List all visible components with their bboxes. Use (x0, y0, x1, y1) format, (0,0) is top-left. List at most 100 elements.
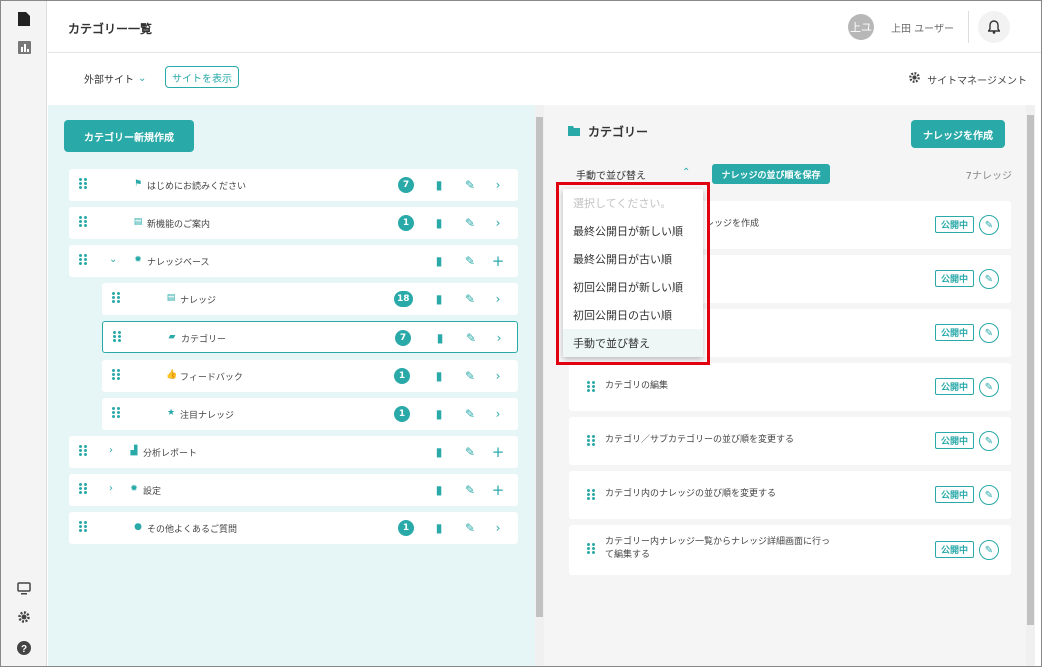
pencil-icon[interactable]: ✎ (463, 330, 479, 346)
drag-handle-icon[interactable] (79, 178, 89, 190)
pencil-icon[interactable]: ✎ (979, 269, 999, 289)
drag-handle-icon[interactable] (113, 331, 123, 343)
avatar[interactable]: 上ユ (848, 14, 874, 40)
pencil-icon[interactable]: ✎ (462, 291, 478, 307)
pencil-icon[interactable]: ✎ (462, 253, 478, 269)
pencil-icon[interactable]: ✎ (462, 444, 478, 460)
plus-icon[interactable]: + (490, 252, 506, 270)
tree-row-label: ナレッジ (180, 296, 217, 306)
chevron-right-icon[interactable]: › (109, 445, 113, 456)
show-site-button[interactable]: サイトを表示 (165, 66, 239, 88)
trash-icon[interactable]: ▮ (431, 482, 447, 498)
drag-handle-icon[interactable] (587, 489, 597, 501)
chevron-right-icon[interactable]: › (490, 406, 506, 422)
pencil-icon[interactable]: ✎ (462, 520, 478, 536)
tree-row[interactable]: ● その他よくあるご質問 1 ▮ ✎ › (69, 512, 518, 544)
site-management-link[interactable]: サイトマネージメント (908, 71, 1027, 87)
tree-row[interactable]: ⚑ はじめにお読みください 7 ▮ ✎ › (69, 169, 518, 201)
plus-icon[interactable]: + (490, 481, 506, 499)
pencil-icon[interactable]: ✎ (979, 431, 999, 451)
tree-row[interactable]: › ▟ 分析レポート ▮ ✎ + (69, 436, 518, 468)
annotation-highlight-box (556, 182, 710, 365)
knowledge-card[interactable]: カテゴリの編集 公開中 ✎ (569, 363, 1011, 411)
drag-handle-icon[interactable] (79, 445, 89, 457)
chevron-right-icon[interactable]: › (490, 177, 506, 193)
tree-row[interactable]: ▤ ナレッジ 18 ▮ ✎ › (102, 283, 518, 315)
knowledge-card[interactable]: カテゴリ／サブカテゴリーの並び順を変更する 公開中 ✎ (569, 417, 1011, 465)
drag-handle-icon[interactable] (587, 543, 597, 555)
chevron-down-icon[interactable]: ⌄ (109, 254, 117, 265)
chevron-right-icon[interactable]: › (490, 368, 506, 384)
drag-handle-icon[interactable] (112, 292, 122, 304)
tree-scrollbar[interactable] (535, 105, 544, 666)
document-icon[interactable] (14, 9, 34, 29)
trash-icon[interactable]: ▮ (431, 177, 447, 193)
sort-select[interactable]: 手動で並び替え (576, 167, 646, 182)
tree-row[interactable]: › ✹ 設定 ▮ ✎ + (69, 474, 518, 506)
knowledge-scrollbar[interactable] (1026, 105, 1035, 666)
drag-handle-icon[interactable] (112, 407, 122, 419)
tree-row[interactable]: ▤ 新機能のご案内 1 ▮ ✎ › (69, 207, 518, 239)
chevron-right-icon[interactable]: › (490, 215, 506, 231)
tree-row-selected[interactable]: ▰ カテゴリー 7 ▮ ✎ › (102, 321, 518, 353)
pencil-icon[interactable]: ✎ (462, 482, 478, 498)
gear-icon[interactable] (14, 607, 34, 627)
plus-icon[interactable]: + (490, 443, 506, 461)
trash-icon[interactable]: ▮ (431, 406, 447, 422)
pencil-icon[interactable]: ✎ (979, 485, 999, 505)
help-icon[interactable]: ? (14, 638, 34, 658)
bar-chart-icon[interactable] (14, 37, 34, 57)
scrollbar-thumb[interactable] (1027, 115, 1034, 625)
drag-handle-icon[interactable] (587, 435, 597, 447)
tree-row-label: フィードバック (180, 373, 243, 383)
chevron-right-icon[interactable]: › (490, 291, 506, 307)
tree-row-label: 分析レポート (143, 449, 198, 459)
knowledge-card[interactable]: カテゴリ内のナレッジの並び順を変更する 公開中 ✎ (569, 471, 1011, 519)
tree-row[interactable]: ★ 注目ナレッジ 1 ▮ ✎ › (102, 398, 518, 430)
tree-row[interactable]: ⌄ ✹ ナレッジベース ▮ ✎ + (69, 245, 518, 277)
drag-handle-icon[interactable] (79, 216, 89, 228)
trash-icon[interactable]: ▮ (431, 291, 447, 307)
folder-icon: ▰ (168, 332, 176, 342)
pencil-icon[interactable]: ✎ (979, 540, 999, 560)
pencil-icon[interactable]: ✎ (979, 215, 999, 235)
trash-icon[interactable]: ▮ (432, 330, 448, 346)
bell-icon[interactable] (978, 11, 1010, 43)
drag-handle-icon[interactable] (587, 381, 597, 393)
trash-icon[interactable]: ▮ (431, 215, 447, 231)
trash-icon[interactable]: ▮ (431, 520, 447, 536)
external-site-dropdown[interactable]: 外部サイト ⌄ (84, 71, 146, 86)
drag-handle-icon[interactable] (79, 254, 89, 266)
drag-handle-icon[interactable] (112, 369, 122, 381)
svg-text:?: ? (21, 644, 27, 655)
chevron-right-icon[interactable]: › (490, 520, 506, 536)
trash-icon[interactable]: ▮ (431, 444, 447, 460)
user-name[interactable]: 上田 ユーザー (891, 20, 954, 35)
pencil-icon[interactable]: ✎ (462, 368, 478, 384)
knowledge-card[interactable]: カテゴリー内ナレッジ一覧からナレッジ詳細画面に行って編集する 公開中 ✎ (569, 525, 1011, 575)
save-order-button[interactable]: ナレッジの並び順を保存 (712, 164, 830, 184)
left-rail: ? (1, 1, 47, 666)
drag-handle-icon[interactable] (79, 521, 89, 533)
scrollbar-thumb[interactable] (536, 117, 543, 617)
bar-chart-icon: ▟ (130, 446, 138, 456)
new-category-button[interactable]: カテゴリー新規作成 (64, 120, 194, 152)
pencil-icon[interactable]: ✎ (979, 377, 999, 397)
thumbs-up-icon: 👍 (166, 370, 178, 380)
drag-handle-icon[interactable] (79, 483, 89, 495)
create-knowledge-button[interactable]: ナレッジを作成 (911, 120, 1005, 148)
chevron-up-icon[interactable]: ⌃ (682, 167, 690, 178)
pencil-icon[interactable]: ✎ (462, 177, 478, 193)
chevron-right-icon[interactable]: › (491, 330, 507, 346)
pencil-icon[interactable]: ✎ (462, 215, 478, 231)
trash-icon[interactable]: ▮ (431, 368, 447, 384)
status-badge: 公開中 (935, 541, 975, 558)
tree-row-label: はじめにお読みください (147, 182, 247, 192)
chevron-right-icon[interactable]: › (109, 483, 113, 494)
tree-row[interactable]: 👍 フィードバック 1 ▮ ✎ › (102, 360, 518, 392)
trash-icon[interactable]: ▮ (431, 253, 447, 269)
monitor-icon[interactable] (14, 578, 34, 598)
site-management-label: サイトマネージメント (927, 75, 1027, 87)
pencil-icon[interactable]: ✎ (979, 323, 999, 343)
pencil-icon[interactable]: ✎ (462, 406, 478, 422)
